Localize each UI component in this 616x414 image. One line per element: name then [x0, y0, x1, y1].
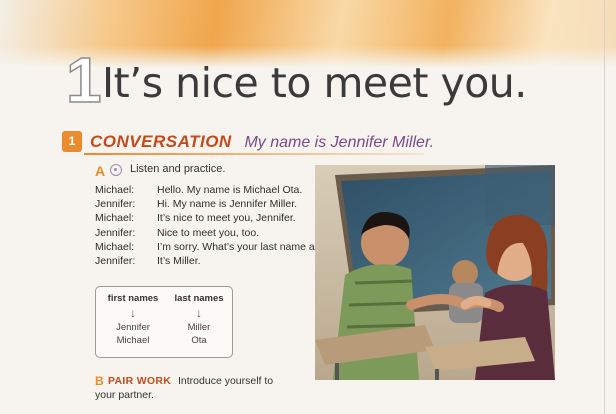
- dialog-text: Hello. My name is Michael Ota.: [157, 184, 303, 196]
- dialog-text: Hi. My name is Jennifer Miller.: [157, 198, 298, 211]
- speaker: Michael:: [95, 212, 135, 225]
- dialog-text: I’m sorry. What’s your last name again?: [157, 240, 341, 253]
- pair-work-label: PAIR WORK: [108, 375, 172, 387]
- speaker: Jennifer:: [95, 198, 136, 211]
- first-name-value: Jennifer: [116, 322, 150, 333]
- audio-icon[interactable]: [110, 164, 122, 176]
- last-name-value: Ota: [191, 335, 207, 346]
- first-names-header: first names: [107, 293, 159, 304]
- first-name-value: Michael: [116, 335, 150, 346]
- dialog-line: Jennifer: Nice to meet you, too.: [95, 226, 340, 240]
- dialog-text: Nice to meet you, too.: [157, 226, 260, 239]
- speaker: Michael:: [95, 184, 135, 196]
- part-a-instruction: Listen and practice.: [130, 163, 226, 175]
- part-b-letter: B: [95, 374, 104, 388]
- page-edge-line: [604, 0, 605, 414]
- dialog-line: Jennifer: Hi. My name is Jennifer Miller…: [95, 197, 340, 211]
- dialog-text: It’s nice to meet you, Jennifer.: [157, 212, 296, 225]
- last-names-column: last names ↓ Miller Ota: [168, 293, 230, 346]
- unit-number: 1: [65, 44, 102, 116]
- last-name-value: Miller: [187, 322, 211, 333]
- dialog-line: Michael: I’m sorry. What’s your last nam…: [95, 240, 340, 254]
- conversation-dialog: Michael: Hello. My name is Michael Ota. …: [95, 183, 340, 268]
- speaker: Michael:: [95, 240, 135, 253]
- down-arrow-icon: ↓: [130, 306, 136, 320]
- section-label: CONVERSATION: [90, 132, 232, 151]
- section-subtitle: My name is Jennifer Miller.: [244, 134, 435, 151]
- part-a-letter: A: [95, 163, 106, 179]
- dialog-line: Jennifer: It’s Miller.: [95, 254, 340, 268]
- names-example-box: first names ↓ Jennifer Michael last name…: [95, 286, 233, 358]
- dialog-line: Michael: Hello. My name is Michael Ota.: [95, 183, 340, 197]
- classroom-photo: [315, 165, 555, 380]
- classroom-illustration: [315, 165, 555, 380]
- part-b-instruction-cont: your partner.: [95, 389, 154, 401]
- section-underline: [84, 153, 424, 155]
- dialog-text: It’s Miller.: [157, 255, 201, 268]
- section-heading: CONVERSATION My name is Jennifer Miller.: [90, 131, 434, 153]
- part-b-instruction: Introduce yourself to: [178, 375, 274, 387]
- dialog-line: Michael: It’s nice to meet you, Jennifer…: [95, 211, 340, 225]
- down-arrow-icon: ↓: [196, 306, 202, 320]
- last-names-header: last names: [174, 293, 224, 304]
- section-number-badge: 1: [62, 131, 82, 152]
- unit-title: It’s nice to meet you.: [102, 59, 527, 107]
- speaker: Jennifer:: [95, 226, 136, 239]
- speaker: Jennifer:: [95, 255, 136, 268]
- first-names-column: first names ↓ Jennifer Michael: [102, 293, 164, 346]
